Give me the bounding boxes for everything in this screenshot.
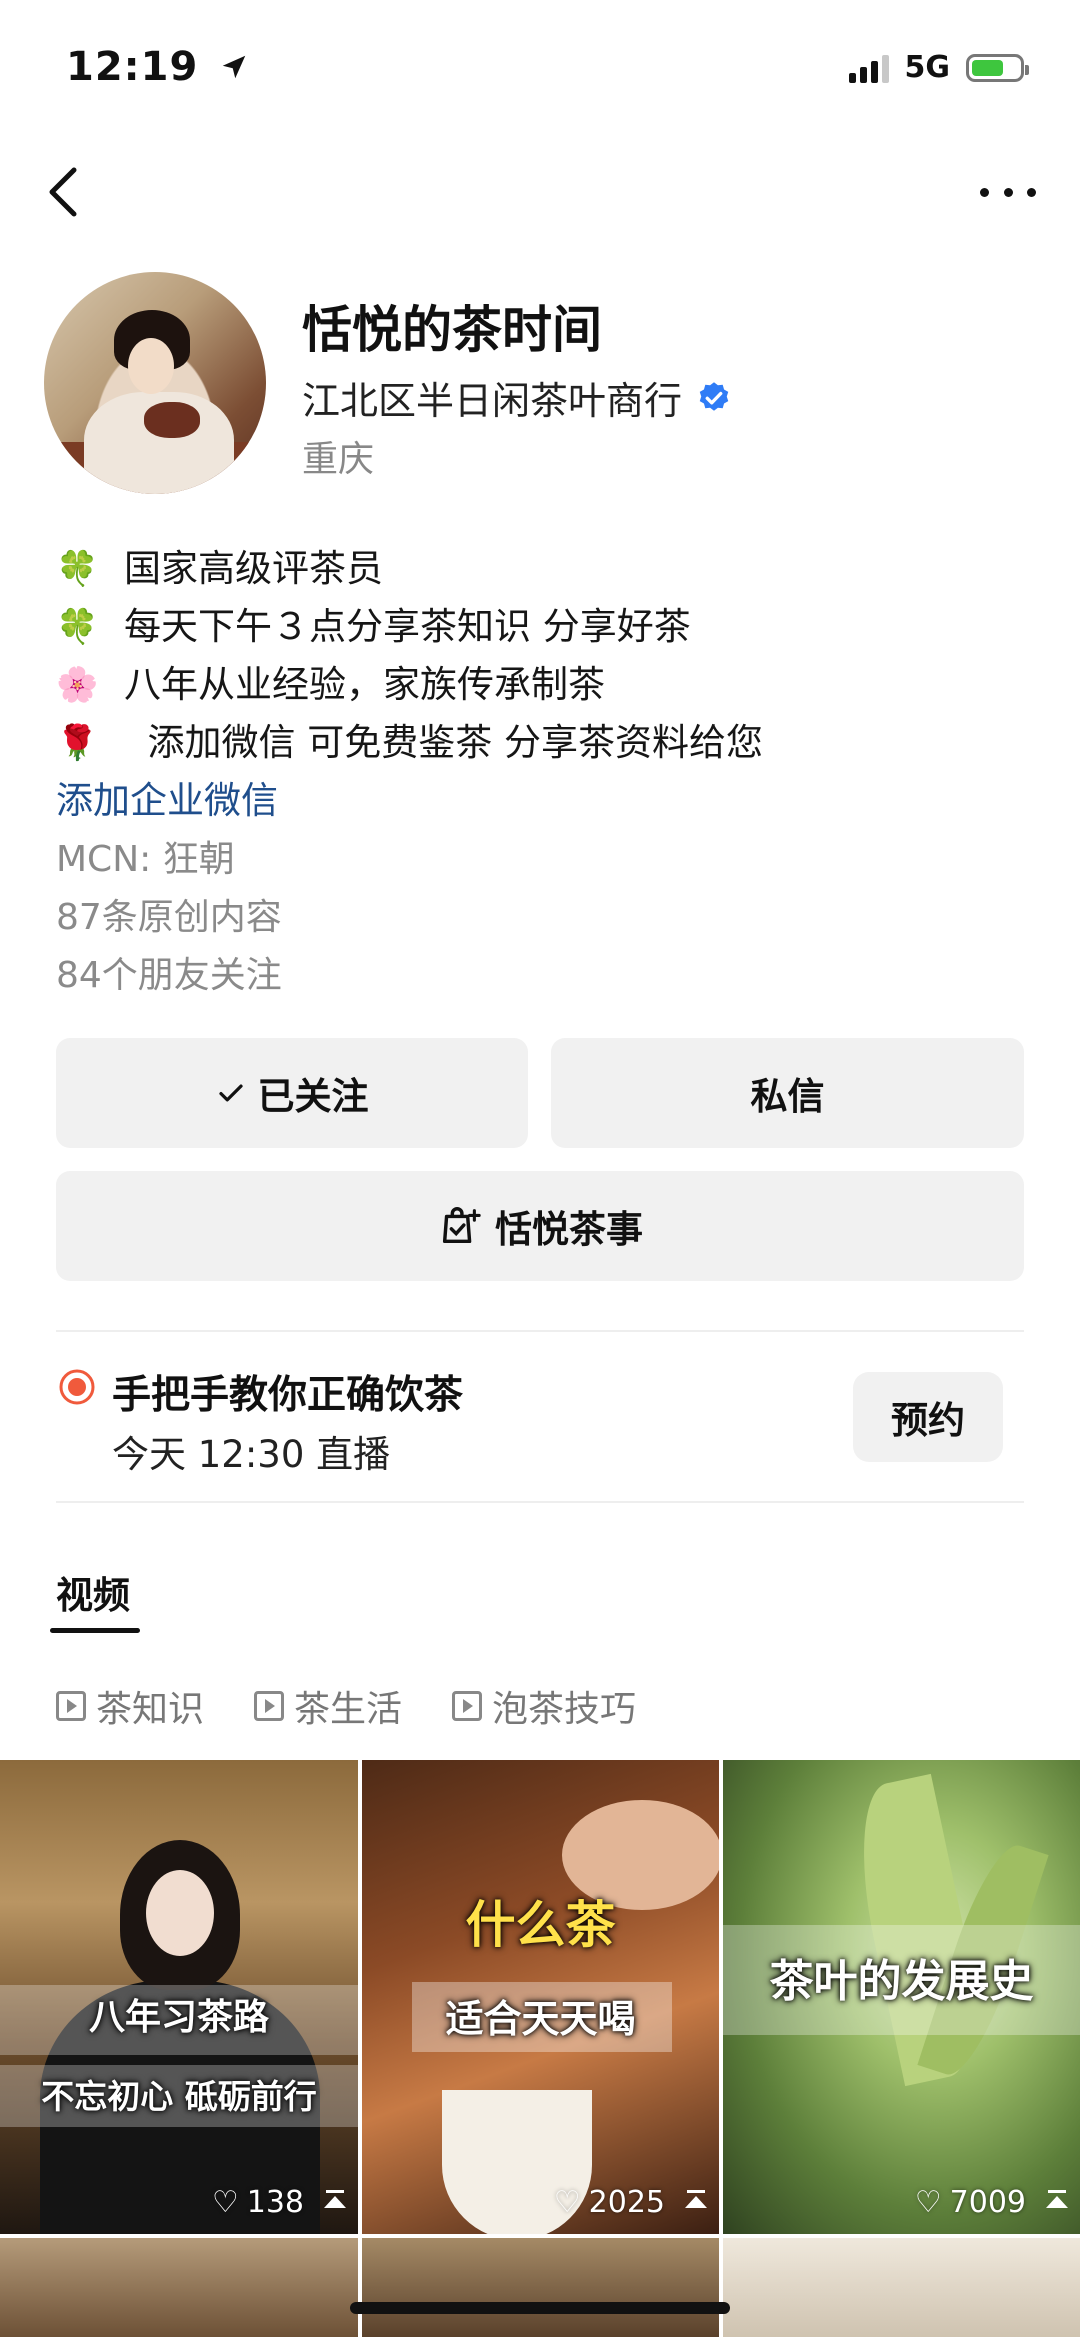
- reserve-button[interactable]: 预约: [853, 1372, 1003, 1462]
- video-caption: 适合天天喝: [445, 1996, 636, 2041]
- bio-line: 🌹 添加微信 可免费鉴茶 分享茶资料给您: [56, 714, 1036, 772]
- collections-row: 茶知识 茶生活 泡茶技巧: [56, 1680, 636, 1732]
- blossom-icon: 🌸: [56, 665, 99, 705]
- bio-line: 🍀 国家高级评茶员: [56, 540, 1036, 598]
- divider: [56, 1330, 1024, 1332]
- pinned-icon: [1044, 2189, 1070, 2216]
- profile-name: 恬悦的茶时间: [302, 301, 602, 359]
- mcn-label: MCN: 狂朝: [56, 839, 235, 880]
- follow-button[interactable]: 已关注: [56, 1038, 528, 1148]
- play-icon: [452, 1691, 483, 1721]
- live-time: 今天 12:30 直播: [112, 1433, 391, 1476]
- heart-icon: ♡: [211, 2185, 239, 2220]
- video-stats: ♡ 2025: [554, 2185, 709, 2220]
- pinned-icon: [683, 2189, 709, 2216]
- company-name: 江北区半日闲茶叶商行: [302, 379, 683, 423]
- back-icon[interactable]: [44, 164, 84, 220]
- clover-icon: 🍀: [56, 607, 99, 647]
- bio-line: 🍀 每天下午３点分享茶知识 分享好茶: [56, 598, 1036, 656]
- home-indicator[interactable]: [350, 2302, 730, 2314]
- collection-tea-life[interactable]: 茶生活: [254, 1680, 402, 1732]
- video-tile[interactable]: [0, 2238, 358, 2337]
- bio: 🍀 国家高级评茶员 🍀 每天下午３点分享茶知识 分享好茶 🌸 八年从业经验，家族传承制…: [56, 540, 1036, 772]
- status-time: 12:19: [66, 44, 249, 90]
- signal-icon: [848, 53, 889, 83]
- pinned-icon: [322, 2189, 348, 2216]
- friends-following[interactable]: 84个朋友关注: [56, 946, 282, 998]
- network-label: 5G: [904, 50, 951, 85]
- video-caption: 不忘初心 砥砺前行: [41, 2077, 317, 2116]
- video-tile[interactable]: 茶叶的发展史 ♡ 7009: [723, 1760, 1080, 2234]
- tab-underline: [50, 1628, 140, 1633]
- play-icon: [254, 1691, 285, 1721]
- battery-icon: [966, 53, 1029, 82]
- more-icon[interactable]: [980, 180, 1036, 204]
- video-caption: 什么茶: [465, 1895, 616, 1954]
- city-label: 重庆: [302, 439, 375, 480]
- live-icon: [59, 1369, 95, 1405]
- company-row: 江北区半日闲茶叶商行: [302, 370, 732, 425]
- tab-video[interactable]: 视频: [56, 1565, 130, 1619]
- original-count[interactable]: 87条原创内容: [56, 888, 282, 940]
- video-tile[interactable]: [723, 2238, 1080, 2337]
- clover-icon: 🍀: [56, 549, 99, 589]
- verified-badge-icon: [699, 381, 729, 411]
- video-tile[interactable]: 八年习茶路 不忘初心 砥砺前行 ♡ 138: [0, 1760, 358, 2234]
- heart-icon: ♡: [553, 2185, 581, 2220]
- play-icon: [56, 1691, 86, 1721]
- wechat-link[interactable]: 添加企业微信: [56, 770, 278, 824]
- divider: [56, 1501, 1024, 1503]
- video-stats: ♡ 7009: [915, 2185, 1070, 2220]
- video-tile[interactable]: 什么茶 适合天天喝 ♡ 2025: [362, 1760, 719, 2234]
- video-caption: 茶叶的发展史: [769, 1956, 1034, 2007]
- video-stats: ♡ 138: [212, 2185, 348, 2220]
- collection-tea-knowledge[interactable]: 茶知识: [56, 1680, 204, 1732]
- live-title[interactable]: 手把手教你正确饮茶: [112, 1364, 463, 1420]
- avatar[interactable]: [44, 272, 266, 494]
- heart-icon: ♡: [914, 2185, 942, 2220]
- status-indicators: 5G: [848, 50, 1029, 85]
- rose-icon: 🌹: [56, 723, 99, 763]
- bio-line: 🌸 八年从业经验，家族传承制茶: [56, 656, 1036, 714]
- location-arrow-icon: [223, 55, 246, 79]
- shop-button[interactable]: 恬悦茶事: [56, 1171, 1024, 1281]
- check-icon: [218, 1084, 243, 1102]
- video-caption: 八年习茶路: [88, 1996, 269, 2038]
- video-tile[interactable]: [362, 2238, 719, 2337]
- message-button[interactable]: 私信: [551, 1038, 1024, 1148]
- shopping-bag-icon: [442, 1207, 481, 1244]
- collection-brewing-tips[interactable]: 泡茶技巧: [452, 1680, 636, 1732]
